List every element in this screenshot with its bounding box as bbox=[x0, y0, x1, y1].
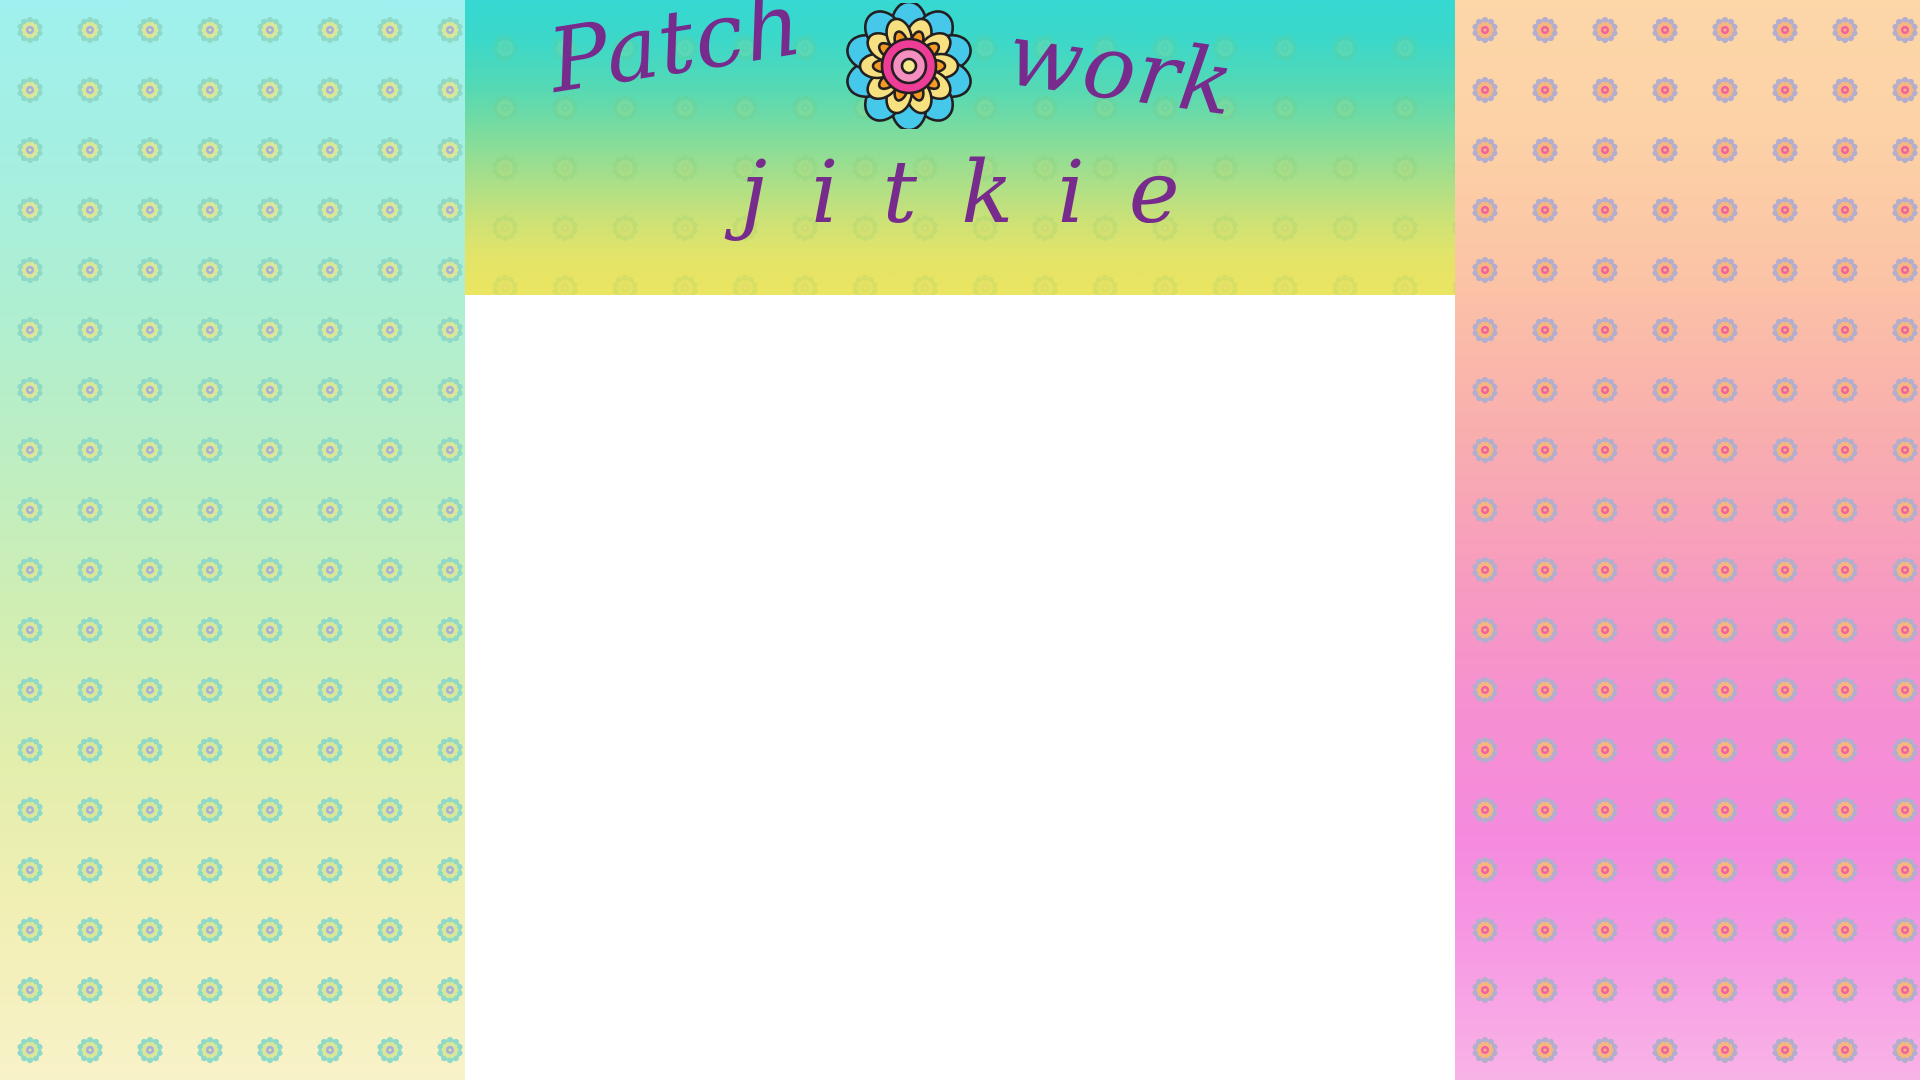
page-title-wordmark: jitkie bbox=[740, 143, 1224, 243]
right-panel-flower-pattern bbox=[1455, 0, 1920, 1080]
page-title-word-patch: Patch bbox=[541, 0, 810, 113]
left-decorative-panel bbox=[0, 0, 465, 1080]
site-logo-lockup[interactable]: Patch work jitkie bbox=[465, 0, 1455, 295]
content-stage bbox=[465, 295, 1455, 1080]
flower-center-dot bbox=[900, 57, 918, 75]
page-title-word-work: work bbox=[1001, 1, 1241, 136]
right-decorative-panel bbox=[1455, 0, 1920, 1080]
page-root: Patch work jitkie bbox=[0, 0, 1920, 1080]
flower-logo-svg bbox=[846, 0, 972, 132]
left-panel-flower-pattern bbox=[0, 0, 465, 1080]
flower-logo bbox=[846, 0, 972, 132]
